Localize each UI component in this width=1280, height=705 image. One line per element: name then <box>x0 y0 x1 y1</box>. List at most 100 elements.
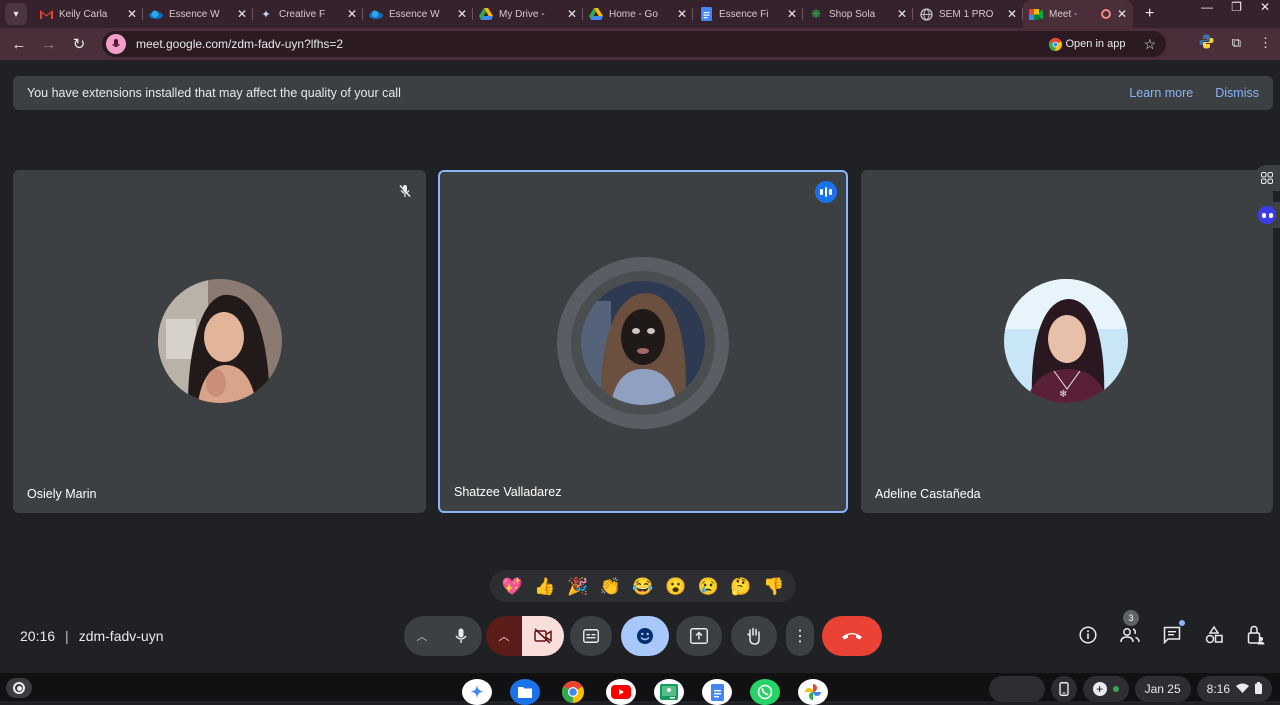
bookmark-star-icon[interactable]: ☆ <box>1143 36 1156 53</box>
reaction-sparkling-heart[interactable]: 💖 <box>502 578 523 595</box>
tab-search-button[interactable]: ▾ <box>5 3 27 25</box>
restore-button[interactable]: ❐ <box>1231 0 1242 14</box>
participant-tile[interactable]: Osiely Marin <box>13 170 426 513</box>
browser-tab[interactable]: My Drive - ✕ <box>473 0 583 28</box>
launcher-button[interactable] <box>6 678 32 698</box>
reload-button[interactable]: ↻ <box>64 35 94 53</box>
phone-icon <box>1058 682 1069 696</box>
dismiss-button[interactable]: Dismiss <box>1215 86 1259 100</box>
host-controls-button[interactable] <box>1246 624 1266 646</box>
python-extension-icon[interactable] <box>1199 34 1214 52</box>
reaction-thinking[interactable]: 🤔 <box>730 578 751 595</box>
whatsapp-app-icon[interactable] <box>750 679 780 705</box>
address-bar[interactable]: meet.google.com/zdm-fadv-uyn?lfhs=2 Open… <box>102 31 1166 57</box>
chat-button[interactable] <box>1162 620 1185 646</box>
close-icon[interactable]: ✕ <box>787 7 797 21</box>
browser-tab-active[interactable]: Meet - ✕ <box>1023 0 1133 28</box>
docs-icon <box>699 7 713 21</box>
microphone-in-use-icon[interactable] <box>106 34 126 54</box>
more-options-button[interactable]: ⋮ <box>786 616 814 656</box>
browser-tab[interactable]: Home - Go ✕ <box>583 0 693 28</box>
files-app-icon[interactable] <box>510 679 540 705</box>
reaction-sad[interactable]: 😢 <box>698 578 719 595</box>
classroom-app-icon[interactable] <box>654 679 684 705</box>
reaction-laughing[interactable]: 😂 <box>632 578 653 595</box>
recording-indicator-icon <box>1100 9 1111 19</box>
reaction-surprised[interactable]: 😮 <box>665 578 686 595</box>
chrome-app-icon[interactable] <box>558 679 588 705</box>
participant-tile[interactable]: ❄ Adeline Castañeda <box>861 170 1273 513</box>
browser-tab[interactable]: ❋ Shop Sola ✕ <box>803 0 913 28</box>
close-icon[interactable]: ✕ <box>1007 7 1017 21</box>
open-in-app-label: Open in app <box>1065 38 1126 50</box>
browser-tab[interactable]: Essence W ✕ <box>363 0 473 28</box>
browser-tab[interactable]: Keily Carla ✕ <box>33 0 143 28</box>
activities-button[interactable] <box>1204 624 1224 646</box>
toolbar-actions: ⧉ ⋮ <box>1199 34 1272 52</box>
shapes-icon <box>1205 626 1223 644</box>
url-text[interactable]: meet.google.com/zdm-fadv-uyn?lfhs=2 <box>136 37 1049 51</box>
present-screen-button[interactable] <box>676 616 722 656</box>
shelf-blank-pod[interactable] <box>988 676 1045 702</box>
browser-tab[interactable]: SEM 1 PRO ✕ <box>913 0 1023 28</box>
reactions-button[interactable] <box>621 616 669 656</box>
new-tab-button[interactable]: + <box>1145 5 1154 23</box>
reaction-clapping[interactable]: 👏 <box>600 578 621 595</box>
close-window-button[interactable]: ✕ <box>1260 0 1270 14</box>
minimize-button[interactable]: — <box>1201 0 1213 14</box>
chat-icon <box>1163 626 1181 644</box>
microphone-button[interactable] <box>440 616 482 656</box>
forward-button[interactable]: → <box>34 36 64 53</box>
battery-icon <box>1255 681 1262 697</box>
people-button[interactable]: 3 <box>1120 610 1140 646</box>
close-icon[interactable]: ✕ <box>1117 7 1127 21</box>
phone-hub-button[interactable] <box>1050 676 1077 702</box>
raise-hand-button[interactable] <box>731 616 777 656</box>
browser-tab[interactable]: Essence Fi ✕ <box>693 0 803 28</box>
gemini-app-icon[interactable]: ✦ <box>462 679 492 705</box>
extension-bot-button[interactable] <box>1254 202 1280 228</box>
audio-options-chevron-icon[interactable]: ︿ <box>404 616 440 656</box>
globe-icon <box>919 7 933 21</box>
close-icon[interactable]: ✕ <box>457 7 467 21</box>
close-icon[interactable]: ✕ <box>677 7 687 21</box>
back-button[interactable]: ← <box>4 36 34 53</box>
browser-toolbar: ← → ↻ meet.google.com/zdm-fadv-uyn?lfhs=… <box>0 28 1280 60</box>
close-icon[interactable]: ✕ <box>897 7 907 21</box>
menu-kebab-icon[interactable]: ⋮ <box>1259 35 1272 51</box>
youtube-app-icon[interactable] <box>606 679 636 705</box>
reaction-party-popper[interactable]: 🎉 <box>567 578 588 595</box>
participant-avatar <box>158 279 282 403</box>
browser-tab[interactable]: Essence W ✕ <box>143 0 253 28</box>
reaction-thumbs-up[interactable]: 👍 <box>534 578 555 595</box>
pinned-apps: ✦ <box>462 679 828 705</box>
camera-off-button[interactable] <box>522 616 564 656</box>
video-options-chevron-icon[interactable]: ︿ <box>486 616 522 656</box>
learn-more-link[interactable]: Learn more <box>1129 86 1193 100</box>
meeting-side-actions: 3 <box>1078 610 1266 646</box>
reaction-thumbs-down[interactable]: 👎 <box>763 578 784 595</box>
layout-grid-button[interactable] <box>1254 165 1280 191</box>
meet-icon <box>1029 7 1043 21</box>
wifi-icon <box>1236 682 1249 696</box>
docs-app-icon[interactable] <box>702 679 732 705</box>
close-icon[interactable]: ✕ <box>567 7 577 21</box>
captions-button[interactable] <box>570 616 612 656</box>
system-tray-button[interactable]: 8:16 <box>1196 676 1272 702</box>
quick-add-button[interactable]: + <box>1082 676 1129 702</box>
window-controls: — ❐ ✕ <box>1201 0 1280 14</box>
browser-tab[interactable]: ✦ Creative F ✕ <box>253 0 363 28</box>
photos-app-icon[interactable] <box>798 679 828 705</box>
tab-title: Meet - <box>1049 8 1078 20</box>
close-icon[interactable]: ✕ <box>127 7 137 21</box>
leave-call-button[interactable] <box>822 616 882 656</box>
participant-tile-active-speaker[interactable]: Shatzee Valladarez <box>438 170 848 513</box>
sparkle-icon: ✦ <box>261 8 271 21</box>
open-in-app-button[interactable]: Open in app <box>1048 37 1126 51</box>
date-button[interactable]: Jan 25 <box>1134 676 1191 702</box>
extensions-puzzle-icon[interactable]: ⧉ <box>1232 35 1241 51</box>
meeting-details-button[interactable] <box>1078 624 1098 646</box>
close-icon[interactable]: ✕ <box>237 7 247 21</box>
close-icon[interactable]: ✕ <box>347 7 357 21</box>
tab-title: Creative F <box>279 8 326 20</box>
